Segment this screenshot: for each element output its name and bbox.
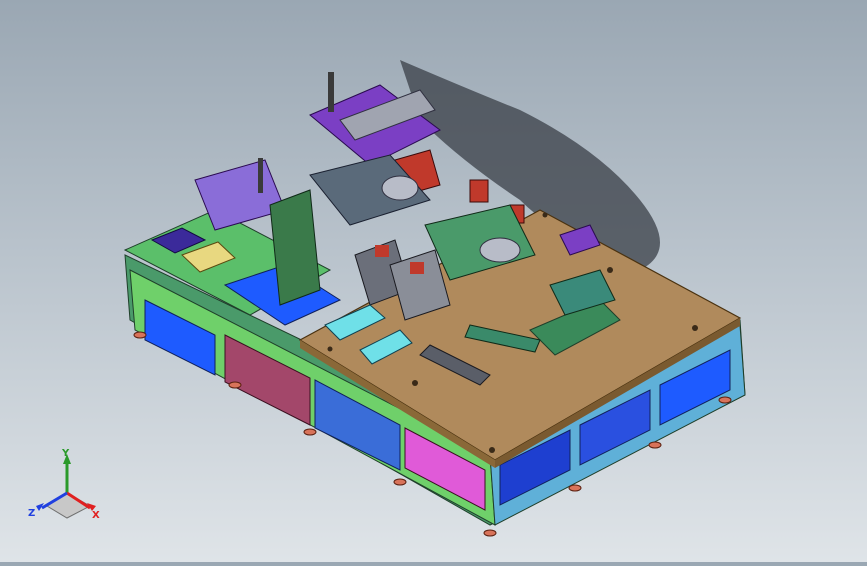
triad-graphic: Y X Z <box>28 448 100 521</box>
z-axis-label: Z <box>28 508 35 519</box>
coordinate-triad: Y X Z <box>22 448 112 528</box>
x-axis-label: X <box>92 510 100 521</box>
assembly-model[interactable] <box>0 0 867 562</box>
y-axis-label: Y <box>61 448 70 459</box>
cad-viewport[interactable]: Y X Z <box>0 0 867 562</box>
